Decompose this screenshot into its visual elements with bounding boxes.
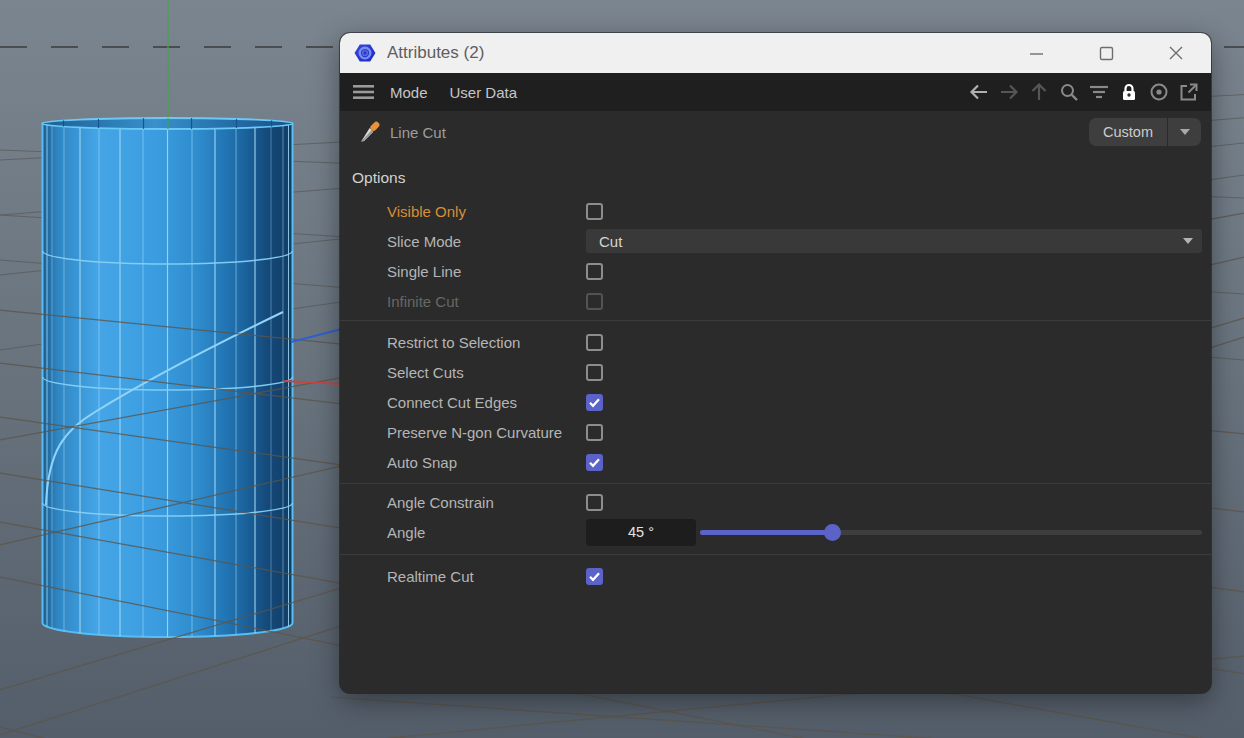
option-label: Auto Snap: [387, 454, 586, 471]
checkmark-icon: [587, 569, 602, 584]
window-titlebar[interactable]: Attributes (2): [340, 33, 1211, 73]
window-title: Attributes (2): [387, 43, 484, 63]
slice-mode-dropdown[interactable]: Cut: [586, 229, 1202, 253]
app-logo-icon: [354, 42, 376, 64]
restrict-to-selection-checkbox[interactable]: [586, 334, 603, 351]
back-icon[interactable]: [968, 81, 990, 103]
option-label: Visible Only: [387, 203, 586, 220]
forward-icon[interactable]: [998, 81, 1020, 103]
option-label: Preserve N-gon Curvature: [387, 424, 586, 441]
close-button[interactable]: [1153, 36, 1199, 70]
option-row-slice-mode: Slice Mode Cut: [340, 226, 1211, 256]
cylinder-object[interactable]: [43, 118, 293, 637]
option-row-realtime-cut: Realtime Cut: [340, 561, 1211, 591]
minimize-button[interactable]: [1013, 36, 1059, 70]
lock-icon[interactable]: [1118, 81, 1140, 103]
option-label: Slice Mode: [387, 233, 586, 250]
angle-value-field[interactable]: 45 °: [586, 519, 696, 546]
option-row-angle: Angle 45 °: [340, 517, 1211, 547]
menu-mode[interactable]: Mode: [390, 84, 428, 101]
option-row-connect-cut-edges: Connect Cut Edges: [340, 387, 1211, 417]
auto-snap-checkbox[interactable]: [586, 454, 603, 471]
up-icon[interactable]: [1028, 81, 1050, 103]
attributes-content: Line Cut Custom Options Visible Only Sli…: [340, 118, 1211, 591]
option-row-visible-only: Visible Only: [340, 196, 1211, 226]
option-row-infinite-cut: Infinite Cut: [340, 286, 1211, 316]
preserve-ngon-curvature-checkbox[interactable]: [586, 424, 603, 441]
slider-handle[interactable]: [824, 524, 841, 541]
option-label: Select Cuts: [387, 364, 586, 381]
separator: [340, 483, 1211, 484]
tool-name: Line Cut: [390, 124, 446, 141]
connect-cut-edges-checkbox[interactable]: [586, 394, 603, 411]
separator: [340, 554, 1211, 555]
angle-constrain-checkbox[interactable]: [586, 494, 603, 511]
filter-icon[interactable]: [1088, 81, 1110, 103]
checkmark-icon: [587, 395, 602, 410]
open-external-icon[interactable]: [1178, 81, 1200, 103]
panel-menubar: Mode User Data: [340, 73, 1211, 111]
option-label: Connect Cut Edges: [387, 394, 586, 411]
section-title: Options: [352, 169, 1211, 189]
option-label: Angle Constrain: [387, 494, 586, 511]
infinite-cut-checkbox: [586, 293, 603, 310]
target-icon[interactable]: [1148, 81, 1170, 103]
option-label: Angle: [387, 524, 586, 541]
option-row-single-line: Single Line: [340, 256, 1211, 286]
visible-only-checkbox[interactable]: [586, 203, 603, 220]
option-label: Restrict to Selection: [387, 334, 586, 351]
search-icon[interactable]: [1058, 81, 1080, 103]
preset-dropdown-button[interactable]: Custom: [1089, 118, 1201, 146]
preset-label: Custom: [1089, 124, 1167, 140]
option-row-preserve-ngon-curvature: Preserve N-gon Curvature: [340, 417, 1211, 447]
attributes-window: Attributes (2) Mode User Data: [340, 33, 1211, 693]
option-row-angle-constrain: Angle Constrain: [340, 487, 1211, 517]
menu-user-data[interactable]: User Data: [450, 84, 518, 101]
dropdown-caret-icon: [1183, 238, 1193, 244]
option-label: Single Line: [387, 263, 586, 280]
knife-tool-icon: [357, 119, 383, 145]
angle-slider[interactable]: [700, 524, 1202, 541]
option-label: Infinite Cut: [387, 293, 586, 310]
single-line-checkbox[interactable]: [586, 263, 603, 280]
select-cuts-checkbox[interactable]: [586, 364, 603, 381]
separator: [340, 320, 1211, 321]
checkmark-icon: [587, 455, 602, 470]
option-row-select-cuts: Select Cuts: [340, 357, 1211, 387]
option-label: Realtime Cut: [387, 568, 586, 585]
option-row-auto-snap: Auto Snap: [340, 447, 1211, 477]
slider-fill: [700, 530, 832, 535]
hamburger-menu-icon[interactable]: [353, 84, 374, 100]
maximize-button[interactable]: [1083, 36, 1129, 70]
slice-mode-value: Cut: [599, 233, 1183, 250]
realtime-cut-checkbox[interactable]: [586, 568, 603, 585]
option-row-restrict-to-selection: Restrict to Selection: [340, 327, 1211, 357]
preset-caret-icon[interactable]: [1168, 129, 1201, 135]
